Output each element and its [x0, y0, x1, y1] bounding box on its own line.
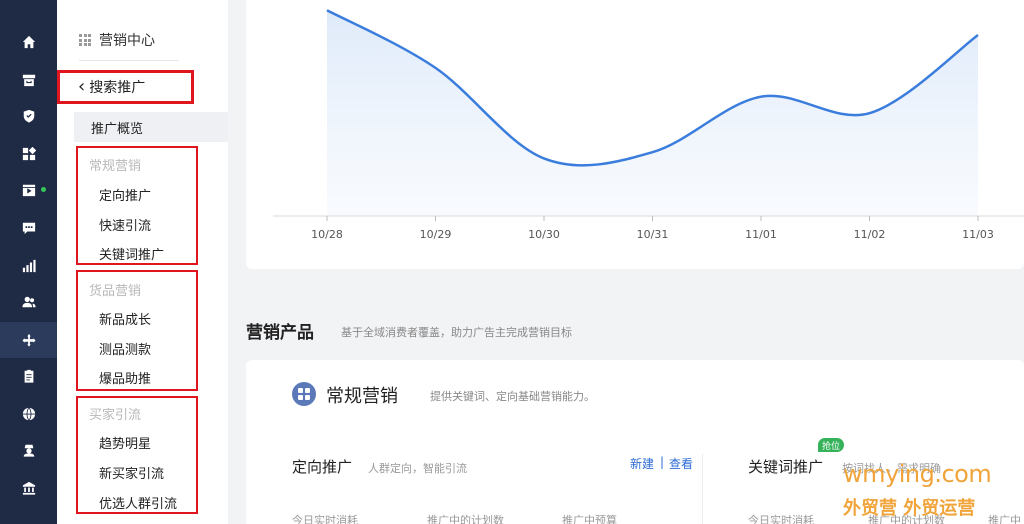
group-buyer-traffic: 买家引流 趋势明星 新买家引流 优选人群引流: [76, 396, 198, 514]
rail-marketing[interactable]: [0, 322, 57, 358]
x-tick-label: 10/31: [637, 228, 669, 241]
sidebar-item-new-product[interactable]: 新品成长: [99, 309, 151, 328]
x-tick-label: 11/03: [962, 228, 994, 241]
group-title: 买家引流: [89, 408, 142, 423]
x-tick-label: 11/01: [745, 228, 777, 241]
sidebar-item-audience[interactable]: 优选人群引流: [99, 493, 177, 512]
divider: [702, 454, 703, 524]
video-icon: [22, 184, 35, 197]
view-link[interactable]: 查看: [669, 455, 693, 472]
rail-finance[interactable]: [0, 470, 57, 506]
back-label: 搜索推广: [89, 80, 146, 96]
bank-icon: [22, 481, 35, 495]
notification-dot: [41, 187, 46, 192]
targeted-desc: 人群定向，智能引流: [368, 462, 467, 475]
targeted-title: 定向推广: [292, 458, 353, 476]
group-product-marketing: 货品营销 新品成长 测品测款 爆品助推: [76, 270, 198, 391]
grid-icon: [79, 34, 91, 46]
secondary-sidebar: 营销中心 ‹ 搜索推广 推广概览 常规营销 定向推广 快速引流 关键词推广 货品…: [57, 0, 228, 524]
stat-label: 今日实时消耗: [748, 514, 814, 524]
rail-global[interactable]: [0, 396, 57, 432]
link-separator: |: [660, 455, 665, 469]
keyword-title: 关键词推广: [748, 458, 824, 476]
person-icon: [23, 444, 34, 457]
status-badge: 抢位: [818, 438, 845, 452]
sidebar-item-product-test[interactable]: 测品测款: [99, 339, 151, 358]
home-icon: [22, 35, 35, 49]
users-icon: [21, 296, 36, 308]
rail-home[interactable]: [0, 24, 57, 60]
rail-shield[interactable]: [0, 98, 57, 134]
rail-message[interactable]: [0, 210, 57, 246]
group-regular-marketing: 常规营销 定向推广 快速引流 关键词推广: [76, 146, 198, 265]
clipboard-icon: [24, 369, 33, 383]
apps-icon: [22, 147, 36, 161]
x-tick-label: 10/29: [420, 228, 452, 241]
sidebar-item-new-buyer[interactable]: 新买家引流: [99, 463, 164, 482]
sidebar-header: 营销中心: [79, 30, 155, 50]
sidebar-item-keyword[interactable]: 关键词推广: [99, 244, 164, 263]
x-tick-label: 10/30: [528, 228, 560, 241]
x-tick-label: 10/28: [311, 228, 343, 241]
rail-analytics[interactable]: [0, 248, 57, 284]
rail-apps[interactable]: [0, 136, 57, 172]
marketing-icon: [21, 333, 36, 347]
rail-orders[interactable]: [0, 358, 57, 394]
divider: [79, 60, 179, 61]
rail-store[interactable]: [0, 62, 57, 98]
sidebar-title: 营销中心: [99, 33, 155, 49]
apps-icon: [292, 382, 316, 406]
sidebar-item-overview[interactable]: 推广概览: [74, 112, 228, 142]
trend-chart-card: 10/28 10/29 10/30 10/31 11/01 11/02 11/03: [246, 0, 1024, 269]
new-link[interactable]: 新建: [630, 455, 654, 472]
stat-label: 推广中的计划数: [427, 514, 504, 524]
bar-chart-icon: [22, 259, 36, 273]
stat-label: 推广中预算: [562, 514, 617, 524]
sidebar-item-hot-boost[interactable]: 爆品助推: [99, 368, 151, 387]
trend-line-chart: 10/28 10/29 10/30 10/31 11/01 11/02 11/03: [273, 9, 1024, 241]
store-icon: [22, 74, 35, 87]
rail-video[interactable]: [0, 172, 57, 208]
shield-icon: [23, 109, 34, 123]
sidebar-item-trend-star[interactable]: 趋势明星: [99, 433, 151, 452]
section-subtitle: 基于全域消费者覆盖，助力广告主完成营销目标: [341, 326, 572, 339]
stat-label: 推广中: [988, 514, 1021, 524]
category-desc: 提供关键词、定向基础营销能力。: [430, 390, 595, 403]
watermark-url: wmying.com: [843, 460, 992, 488]
category-title: 常规营销: [326, 386, 398, 407]
group-title: 常规营销: [89, 159, 142, 174]
sidebar-item-targeted[interactable]: 定向推广: [99, 185, 151, 204]
chevron-left-icon: ‹: [78, 76, 86, 97]
group-title: 货品营销: [89, 284, 142, 299]
watermark-text: 外贸营 外贸运营: [843, 498, 976, 519]
sidebar-item-quick-traffic[interactable]: 快速引流: [99, 215, 151, 234]
sidebar-item-label: 推广概览: [91, 121, 144, 137]
stat-label: 今日实时消耗: [292, 514, 358, 524]
left-nav-rail: [0, 0, 57, 524]
section-title: 营销产品: [246, 323, 314, 343]
rail-account[interactable]: [0, 432, 57, 468]
rail-users[interactable]: [0, 284, 57, 320]
globe-icon: [22, 407, 35, 421]
back-button[interactable]: ‹ 搜索推广: [57, 70, 194, 104]
x-tick-label: 11/02: [854, 228, 886, 241]
message-icon: [22, 222, 35, 235]
chart-area: [327, 10, 978, 216]
